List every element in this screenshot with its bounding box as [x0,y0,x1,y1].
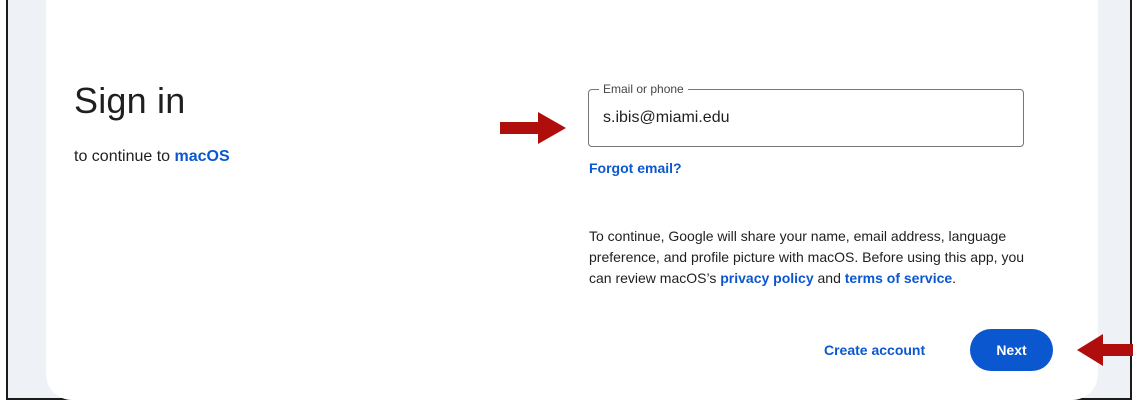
create-account-button[interactable]: Create account [812,330,937,370]
next-button[interactable]: Next [970,329,1053,371]
page-title: Sign in [74,80,186,121]
email-field-value[interactable]: s.ibis@miami.edu [603,109,730,127]
subtitle-prefix: to continue to [74,148,175,165]
email-field[interactable]: Email or phone s.ibis@miami.edu [588,82,1024,147]
arrow-right-icon [500,112,566,144]
page-subtitle: to continue to macOS [74,148,230,166]
email-field-label: Email or phone [599,82,688,96]
window-frame [6,0,1132,400]
info-text-end: . [952,270,957,286]
terms-of-service-link[interactable]: terms of service [845,270,952,286]
arrow-left-icon [1077,334,1133,366]
sign-in-card [46,0,1098,400]
info-text: To continue, Google will share your name… [589,226,1049,289]
privacy-policy-link[interactable]: privacy policy [720,270,813,286]
forgot-email-link[interactable]: Forgot email? [589,160,682,176]
app-name: macOS [174,148,230,165]
info-text-connector: and [813,270,845,286]
